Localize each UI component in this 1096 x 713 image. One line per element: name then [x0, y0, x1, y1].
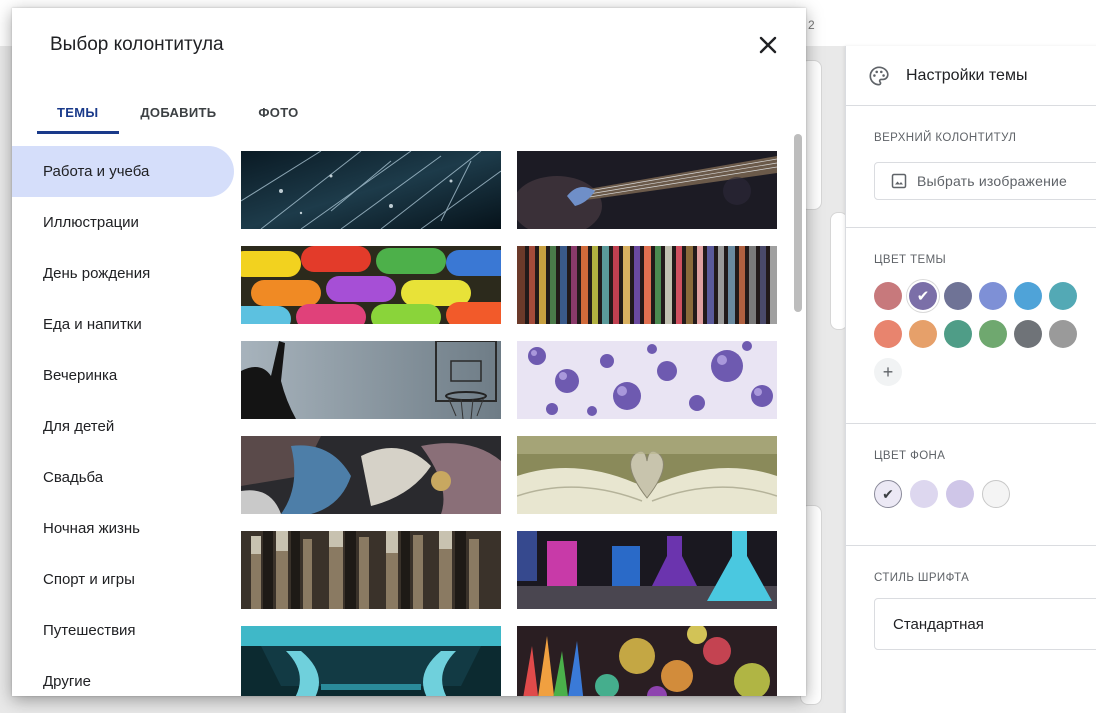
choose-image-label: Выбрать изображение: [917, 173, 1068, 189]
header-picker-dialog: Выбор колонтитула ТЕМЫ ДОБАВИТЬ ФОТО Раб…: [12, 8, 806, 696]
category-item-other[interactable]: Другие: [12, 656, 234, 696]
theme-color-swatch[interactable]: [874, 320, 902, 348]
category-item-wedding[interactable]: Свадьба: [12, 452, 234, 503]
category-item-birthday[interactable]: День рождения: [12, 248, 234, 299]
theme-color-swatch[interactable]: [979, 320, 1007, 348]
background-color-swatches: ✔: [874, 480, 1096, 536]
book-heart-image[interactable]: [517, 436, 777, 514]
dialog-title: Выбор колонтитула: [50, 34, 224, 55]
theme-image-grid: [241, 151, 781, 696]
lab-flasks-image[interactable]: [517, 531, 777, 609]
colored-pencils-image[interactable]: [517, 246, 777, 324]
category-item-sports-games[interactable]: Спорт и игры: [12, 554, 234, 605]
theme-panel-header: Настройки темы: [846, 46, 1096, 106]
category-item-party[interactable]: Вечеринка: [12, 350, 234, 401]
dialog-tabs: ТЕМЫ ДОБАВИТЬ ФОТО: [36, 90, 320, 134]
background-color-swatch[interactable]: [946, 480, 974, 508]
theme-color-swatches: ✔: [874, 282, 1096, 348]
theme-color-section: ЦВЕТ ТЕМЫ ✔ +: [846, 228, 1096, 424]
category-item-work-study[interactable]: Работа и учеба: [12, 146, 234, 197]
category-item-food-drinks[interactable]: Еда и напитки: [12, 299, 234, 350]
bokeh-pencils-image[interactable]: [517, 626, 777, 696]
background-top-number: 2: [808, 18, 815, 32]
guitar-image[interactable]: [517, 151, 777, 229]
basketball-hoop-image[interactable]: [241, 341, 501, 419]
theme-color-swatch[interactable]: [874, 282, 902, 310]
thumbnail-scrollbar-thumb[interactable]: [794, 134, 802, 312]
close-icon[interactable]: [755, 32, 781, 58]
check-icon: ✔: [882, 485, 894, 502]
image-icon: [891, 173, 907, 189]
category-item-nightlife[interactable]: Ночная жизнь: [12, 503, 234, 554]
theme-color-swatch[interactable]: [944, 320, 972, 348]
category-list: Работа и учеба Иллюстрации День рождения…: [12, 146, 234, 696]
microscope-image[interactable]: [241, 626, 501, 696]
tab-photos[interactable]: ФОТО: [237, 90, 319, 134]
font-style-section: СТИЛЬ ШРИФТА Стандартная: [846, 546, 1096, 696]
category-item-travel[interactable]: Путешествия: [12, 605, 234, 656]
rain-streaks-image[interactable]: [241, 151, 501, 229]
purple-bubbles-image[interactable]: [517, 341, 777, 419]
theme-color-swatch[interactable]: [979, 282, 1007, 310]
tab-upload[interactable]: ДОБАВИТЬ: [119, 90, 237, 134]
paint-brushes-image[interactable]: [241, 531, 501, 609]
theme-color-swatch[interactable]: [909, 320, 937, 348]
background-color-swatch[interactable]: [910, 480, 938, 508]
background-color-section: ЦВЕТ ФОНА ✔: [846, 424, 1096, 546]
font-style-label: СТИЛЬ ШРИФТА: [874, 572, 970, 584]
theme-color-swatch[interactable]: [1049, 282, 1077, 310]
choose-image-button[interactable]: Выбрать изображение: [874, 162, 1096, 200]
tab-themes[interactable]: ТЕМЫ: [36, 90, 120, 134]
colorful-pills-image[interactable]: [241, 246, 501, 324]
theme-color-swatch[interactable]: ✔: [909, 282, 937, 310]
header-image-label: ВЕРХНИЙ КОЛОНТИТУЛ: [874, 132, 1017, 144]
theme-color-swatch[interactable]: [1014, 282, 1042, 310]
theme-settings-panel: Настройки темы ВЕРХНИЙ КОЛОНТИТУЛ Выбрат…: [845, 46, 1096, 713]
app-stage: 2 Настройки темы ВЕРХНИЙ КОЛОНТИТУЛ Выбр…: [0, 0, 1096, 713]
paint-hands-image[interactable]: [241, 436, 501, 514]
theme-color-swatch[interactable]: [944, 282, 972, 310]
palette-icon: [869, 65, 889, 86]
theme-panel-title: Настройки темы: [906, 66, 1028, 84]
background-color-label: ЦВЕТ ФОНА: [874, 450, 946, 462]
check-icon: ✔: [916, 287, 930, 305]
category-item-kids[interactable]: Для детей: [12, 401, 234, 452]
theme-color-swatch[interactable]: [1049, 320, 1077, 348]
theme-color-swatch[interactable]: [1014, 320, 1042, 348]
font-style-value: Стандартная: [893, 615, 984, 633]
font-style-select[interactable]: Стандартная: [874, 598, 1096, 650]
background-color-swatch[interactable]: [982, 480, 1010, 508]
category-item-illustrations[interactable]: Иллюстрации: [12, 197, 234, 248]
add-custom-color-button[interactable]: +: [874, 358, 902, 386]
header-image-section: ВЕРХНИЙ КОЛОНТИТУЛ Выбрать изображение: [846, 106, 1096, 228]
background-color-swatch[interactable]: ✔: [874, 480, 902, 508]
theme-color-label: ЦВЕТ ТЕМЫ: [874, 254, 947, 266]
